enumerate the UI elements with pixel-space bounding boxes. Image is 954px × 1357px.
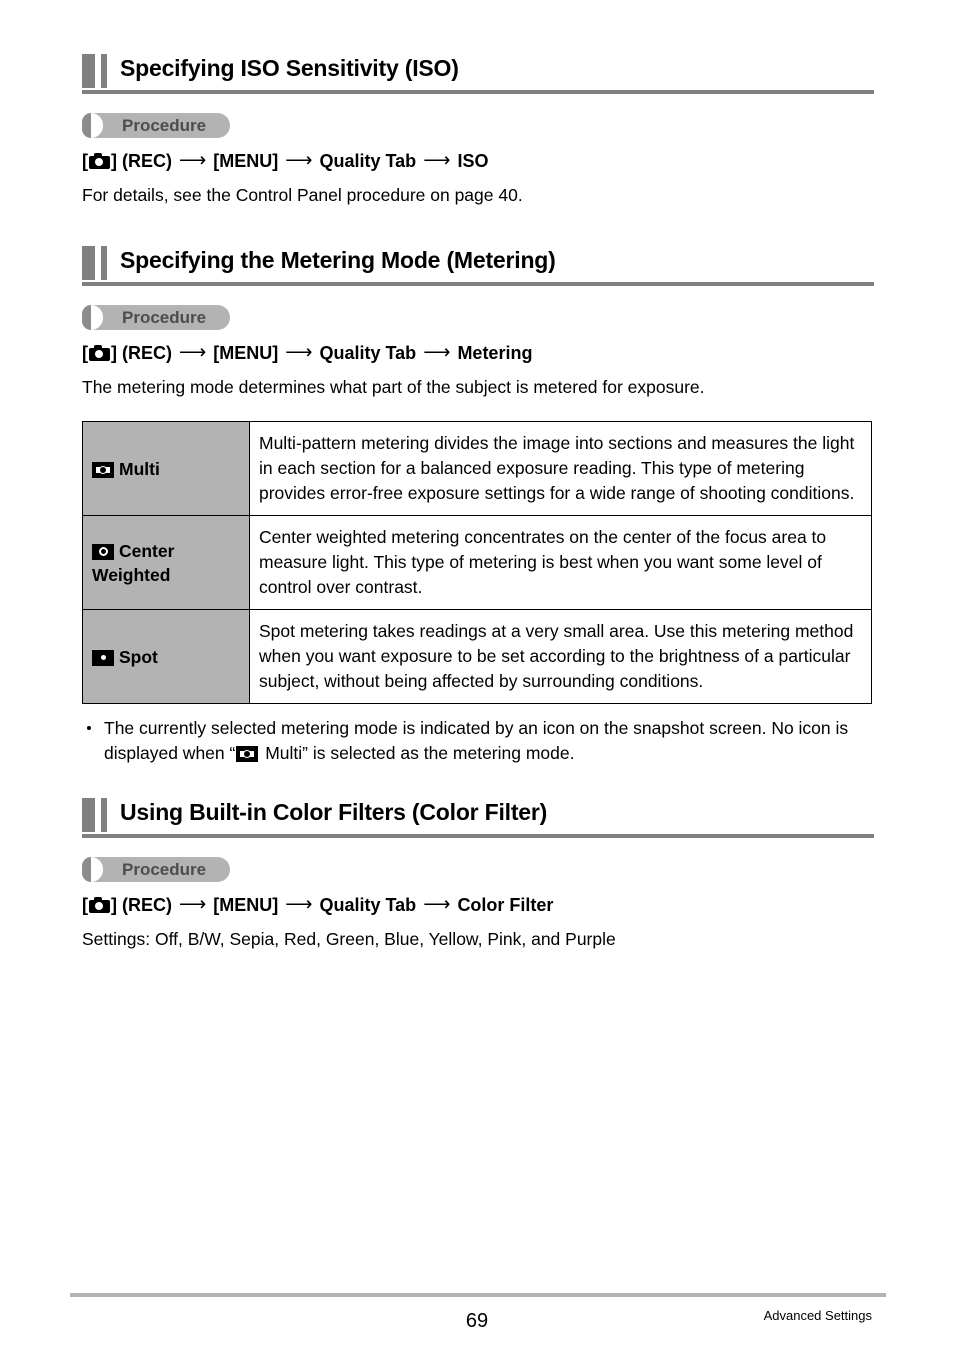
bracket-open: [: [82, 151, 88, 171]
path-item-label: Metering: [457, 343, 533, 363]
path-tab-label: Quality Tab: [319, 895, 417, 915]
note-text-part2: Multi” is selected as the metering mode.: [260, 743, 575, 763]
procedure-badge-metering: Procedure: [82, 305, 231, 330]
arrow-icon: ⟶: [423, 894, 451, 915]
footer-divider: [70, 1293, 886, 1297]
bullet-dot-icon: [87, 726, 91, 730]
path-item-label: ISO: [457, 151, 489, 171]
procedure-badge-bar: [82, 113, 91, 138]
procedure-badge-label: Procedure: [122, 308, 207, 327]
heading-bar-thin: [101, 798, 107, 832]
section-heading-color-filter: Using Built-in Color Filters (Color Filt…: [82, 796, 874, 838]
camera-icon: [89, 153, 110, 169]
menu-path-color-filter: [ ] (REC) ⟶ [MENU] ⟶ Quality Tab ⟶ Color Filter: [82, 893, 874, 918]
section-heading-iso: Specifying ISO Sensitivity (ISO): [82, 52, 874, 94]
arrow-icon: ⟶: [423, 150, 451, 171]
procedure-badge-bar: [82, 305, 91, 330]
heading-bar-thick: [82, 54, 95, 88]
table-cell-mode-label: Center Weighted: [82, 515, 250, 610]
path-tab-label: Quality Tab: [319, 151, 417, 171]
procedure-badge-label: Procedure: [122, 860, 207, 879]
table-row: Spot Spot metering takes readings at a v…: [82, 609, 872, 704]
list-item: The currently selected metering mode is …: [82, 716, 874, 766]
multi-metering-icon: [236, 746, 259, 762]
heading-bar-thin: [101, 54, 107, 88]
procedure-badge-label: Procedure: [122, 116, 207, 135]
section-title: Specifying ISO Sensitivity (ISO): [120, 55, 459, 81]
arrow-icon: ⟶: [285, 342, 313, 363]
arrow-icon: ⟶: [285, 150, 313, 171]
camera-icon: [89, 345, 110, 361]
arrow-icon: ⟶: [179, 150, 207, 171]
path-menu-label: [MENU]: [213, 895, 279, 915]
spot-metering-icon: [92, 649, 114, 666]
arrow-icon: ⟶: [285, 894, 313, 915]
heading-bar-thick: [82, 246, 95, 280]
bracket-open: [: [82, 343, 88, 363]
menu-path-metering: [ ] (REC) ⟶ [MENU] ⟶ Quality Tab ⟶ Metering: [82, 341, 874, 366]
path-menu-label: [MENU]: [213, 343, 279, 363]
table-cell-mode-label: Multi: [82, 421, 250, 516]
path-rec-label: ] (REC): [111, 895, 172, 915]
center-weighted-metering-icon: [92, 543, 114, 560]
section-body-metering: The metering mode determines what part o…: [82, 377, 705, 397]
table-row: Center Weighted Center weighted metering…: [82, 515, 872, 610]
notes-list: The currently selected metering mode is …: [82, 716, 874, 766]
bracket-open: [: [82, 895, 88, 915]
path-tab-label: Quality Tab: [319, 343, 417, 363]
table-cell-mode-description: Multi-pattern metering divides the image…: [249, 421, 872, 516]
path-rec-label: ] (REC): [111, 151, 172, 171]
path-item-label: Color Filter: [457, 895, 554, 915]
table-row: Multi Multi-pattern metering divides the…: [82, 421, 872, 516]
arrow-icon: ⟶: [179, 342, 207, 363]
section-body-color-filter: Settings: Off, B/W, Sepia, Red, Green, B…: [82, 929, 616, 949]
heading-bar-thin: [101, 246, 107, 280]
arrow-icon: ⟶: [179, 894, 207, 915]
menu-path-iso: [ ] (REC) ⟶ [MENU] ⟶ Quality Tab ⟶ ISO: [82, 149, 874, 174]
path-menu-label: [MENU]: [213, 151, 279, 171]
section-title: Specifying the Metering Mode (Metering): [120, 247, 556, 273]
metering-modes-table: Multi Multi-pattern metering divides the…: [82, 421, 872, 704]
procedure-badge-notch: [91, 857, 103, 882]
table-cell-mode-label: Spot: [82, 609, 250, 704]
page-content: Specifying ISO Sensitivity (ISO) Procedu…: [82, 0, 874, 952]
procedure-badge-notch: [91, 113, 103, 138]
procedure-badge-notch: [91, 305, 103, 330]
arrow-icon: ⟶: [423, 342, 451, 363]
procedure-badge-bar: [82, 857, 91, 882]
mode-label: Spot: [119, 646, 158, 667]
table-cell-mode-description: Spot metering takes readings at a very s…: [249, 609, 872, 704]
section-body-iso: For details, see the Control Panel proce…: [82, 185, 523, 205]
document-page: Specifying ISO Sensitivity (ISO) Procedu…: [0, 0, 954, 1357]
section-title: Using Built-in Color Filters (Color Filt…: [120, 799, 548, 825]
section-heading-metering: Specifying the Metering Mode (Metering): [82, 244, 874, 286]
mode-label: Multi: [119, 458, 160, 479]
table-cell-mode-description: Center weighted metering concentrates on…: [249, 515, 872, 610]
footer-chapter-label: Advanced Settings: [763, 1308, 872, 1323]
procedure-badge-color-filter: Procedure: [82, 857, 231, 882]
camera-icon: [89, 897, 110, 913]
path-rec-label: ] (REC): [111, 343, 172, 363]
multi-metering-icon: [92, 461, 114, 478]
procedure-badge-iso: Procedure: [82, 113, 231, 138]
heading-bar-thick: [82, 798, 95, 832]
